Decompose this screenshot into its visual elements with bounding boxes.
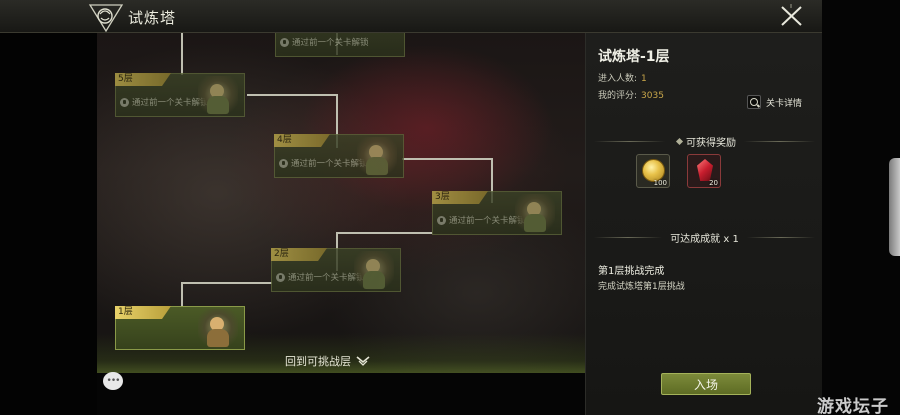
achievement-title: 第1层挑战完成: [598, 266, 665, 277]
lock-hint: 通过前一个关卡解锁: [437, 214, 526, 226]
edge-panel-handle[interactable]: [889, 158, 900, 256]
floor-card-5[interactable]: 5层 通过前一个关卡解锁: [115, 73, 245, 117]
search-icon: [747, 95, 761, 109]
left-margin: [0, 0, 97, 415]
boss-portrait: [515, 194, 555, 234]
rating-label: 我的评分:: [598, 91, 638, 101]
achievement-header-label: 可达成成就 x 1: [670, 233, 739, 245]
achievement-description: 完成试炼塔第1层挑战: [598, 282, 685, 292]
reward-gold-coin[interactable]: 100: [636, 154, 670, 188]
chat-icon: •••: [106, 375, 121, 386]
floor-card-1[interactable]: 1层: [115, 306, 245, 350]
chat-button[interactable]: •••: [103, 372, 123, 390]
lock-icon: [437, 215, 446, 225]
chevron-down-icon: [356, 356, 370, 366]
rating-stat: 我的评分: 3035: [598, 88, 664, 101]
back-to-challenge-button[interactable]: 回到可挑战层: [285, 353, 370, 369]
lock-icon: [279, 158, 288, 168]
lock-icon: [120, 97, 129, 107]
rewards-header-label: 可获得奖励: [686, 137, 736, 149]
floor-tag: 5层: [115, 73, 171, 86]
lock-icon: [280, 37, 289, 47]
boss-portrait: [198, 309, 238, 349]
red-gem-icon: [697, 159, 713, 181]
floor-title: 试炼塔-1层: [598, 49, 670, 65]
floor-card-2[interactable]: 2层 通过前一个关卡解锁: [271, 248, 401, 292]
floor-tag: 4层: [274, 134, 330, 147]
enter-button[interactable]: 入场: [661, 373, 751, 395]
achievement-header: 可达成成就 x 1: [586, 229, 823, 245]
rating-value: 3035: [641, 91, 664, 101]
tower-emblem-icon: [88, 4, 124, 32]
stage-details-button[interactable]: 关卡详情: [747, 95, 802, 109]
players-label: 进入人数:: [598, 74, 638, 84]
back-to-challenge-label: 回到可挑战层: [285, 355, 351, 368]
lock-hint: 通过前一个关卡解锁: [276, 271, 365, 283]
floor-tag: 1层: [115, 306, 171, 319]
boss-portrait: [354, 251, 394, 291]
reward-count: 100: [653, 179, 667, 187]
floor-tag: 2层: [271, 248, 327, 261]
top-header: 试炼塔: [0, 0, 822, 33]
stage-details-label: 关卡详情: [766, 98, 803, 109]
tower-map[interactable]: 通过前一个关卡解锁 5层 通过前一个关卡解锁 4层 通过前一个关卡解锁 3层 通…: [97, 33, 585, 373]
floor-card-6[interactable]: 通过前一个关卡解锁: [275, 33, 405, 57]
floor-card-4[interactable]: 4层 通过前一个关卡解锁: [274, 134, 404, 178]
lock-hint: 通过前一个关卡解锁: [279, 157, 368, 169]
rewards-header: 可获得奖励: [586, 133, 823, 149]
reward-count: 20: [709, 179, 718, 187]
watermark: 游戏坛子: [817, 397, 889, 415]
players-stat: 进入人数: 1: [598, 71, 647, 84]
players-value: 1: [641, 74, 647, 84]
close-button[interactable]: [776, 2, 806, 30]
lock-hint: 通过前一个关卡解锁: [280, 36, 369, 48]
page-title: 试炼塔: [128, 9, 177, 27]
floor-info-panel: 试炼塔-1层 进入人数: 1 我的评分: 3035 关卡详情 可获得奖励 100 2…: [585, 33, 822, 415]
diamond-icon: [675, 137, 684, 145]
lock-icon: [276, 272, 285, 282]
reward-red-gem[interactable]: 20: [687, 154, 721, 188]
lock-hint: 通过前一个关卡解锁: [120, 96, 209, 108]
boss-portrait: [357, 137, 397, 177]
boss-portrait: [198, 76, 238, 116]
floor-tag: 3层: [432, 191, 488, 204]
floor-card-3[interactable]: 3层 通过前一个关卡解锁: [432, 191, 562, 235]
